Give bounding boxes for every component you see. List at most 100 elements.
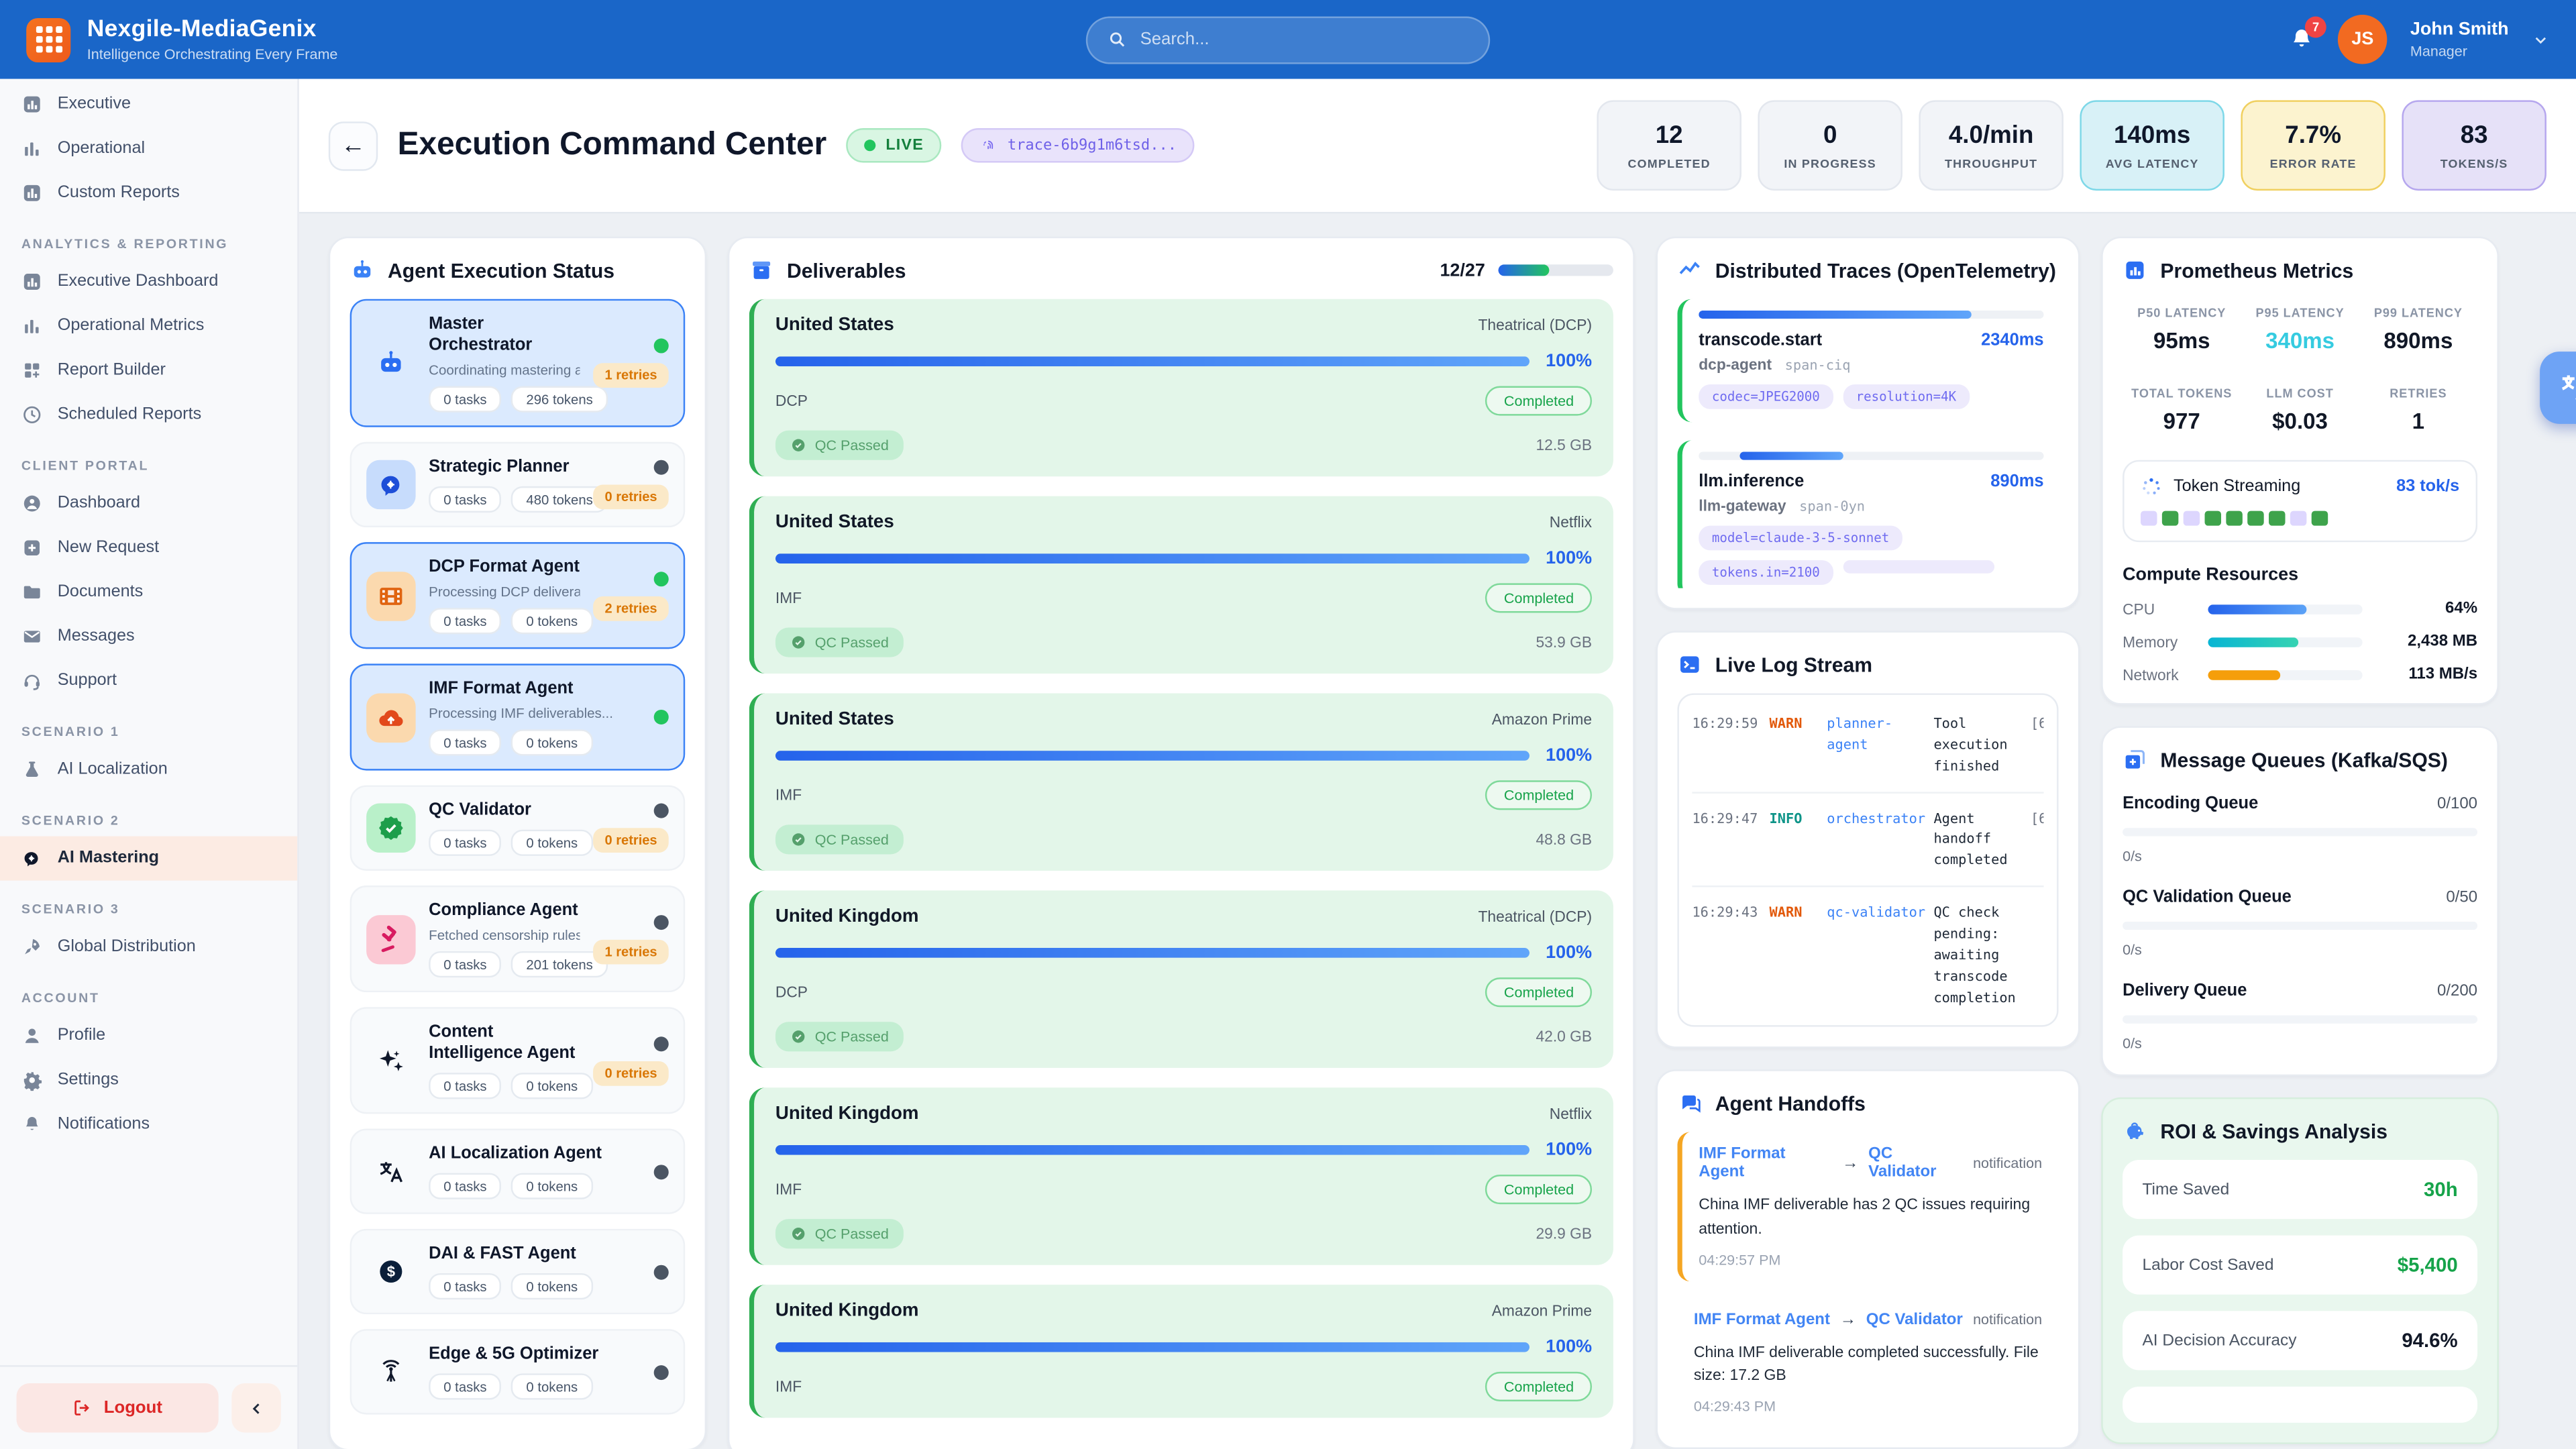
log-row: 16:29:59 WARN planner-agent Tool executi… (1692, 698, 2043, 793)
sidebar-item-ai-localization[interactable]: AI Localization (0, 747, 297, 792)
trace-id-badge[interactable]: trace-6b9g1m6tsd... (961, 128, 1195, 162)
chevron-down-icon[interactable] (2532, 30, 2550, 48)
sidebar-item-profile[interactable]: Profile (0, 1014, 297, 1058)
page-header: ← Execution Command Center LIVE trace-6b… (299, 79, 2576, 214)
sidebar-item-label: Custom Reports (58, 184, 180, 202)
deliverable-card: United StatesTheatrical (DCP) 100% DCPCo… (749, 299, 1613, 476)
sidebar-item-report-builder[interactable]: Report Builder (0, 348, 297, 392)
tokens-pill: 0 tokens (511, 1173, 592, 1199)
roi-row-partial (2123, 1387, 2477, 1423)
sidebar-item-ai-mastering[interactable]: AI Mastering (0, 837, 297, 881)
live-label: LIVE (885, 136, 924, 154)
logout-label: Logout (104, 1398, 162, 1417)
retries-badge: 0 retries (593, 484, 668, 509)
token-stream-squares (2141, 511, 2459, 526)
log-stream[interactable]: 16:29:59 WARN planner-agent Tool executi… (1677, 693, 2058, 1027)
agent-card-dcp-format[interactable]: DCP Format Agent Processing DCP delivera… (350, 542, 686, 649)
app-window: Nexgile-MediaGenix Intelligence Orchestr… (0, 0, 2576, 1449)
tasks-pill: 0 tasks (429, 830, 501, 856)
metric-p95: P95 LATENCY340ms (2241, 306, 2359, 354)
sidebar-item-executive-dashboard[interactable]: Executive Dashboard (0, 260, 297, 304)
gavel-icon (366, 914, 415, 963)
handoff-item: IMF Format Agent → QC Validator notifica… (1677, 1297, 2058, 1428)
tokens-pill: 0 tokens (511, 1073, 592, 1099)
status-badge: Completed (1486, 386, 1592, 416)
logout-button[interactable]: Logout (16, 1383, 218, 1432)
panel-title: Message Queues (Kafka/SQS) (2160, 749, 2447, 771)
sidebar-item-settings[interactable]: Settings (0, 1058, 297, 1102)
tasks-pill: 0 tasks (429, 1373, 501, 1399)
sidebar-item-label: Messages (58, 628, 135, 646)
sidebar-collapse-button[interactable] (231, 1383, 280, 1432)
sidebar-item-support[interactable]: Support (0, 659, 297, 703)
roi-row-time-saved: Time Saved30h (2123, 1160, 2477, 1219)
deliverable-card: United KingdomTheatrical (DCP) 100% DCPC… (749, 890, 1613, 1067)
trace-item: llm.inference890ms llm-gatewayspan-0yn m… (1677, 440, 2058, 588)
sidebar-item-executive[interactable]: Executive (0, 82, 297, 126)
agent-card-ai-localization[interactable]: AI Localization Agent 0 tasks 0 tokens (350, 1128, 686, 1214)
deliverables-panel: Deliverables 12/27 United StatesTheatric… (728, 237, 1635, 1449)
agent-card-strategic-planner[interactable]: Strategic Planner 0 tasks 480 tokens 0 r… (350, 442, 686, 527)
sidebar-item-global-distribution[interactable]: Global Distribution (0, 925, 297, 969)
sidebar-item-label: Notifications (58, 1116, 150, 1134)
user-menu[interactable]: John Smith Manager (2410, 19, 2509, 59)
handoff-from-agent[interactable]: IMF Format Agent (1699, 1146, 1832, 1182)
agent-card-content-intelligence[interactable]: Content Intelligence Agent 0 tasks 0 tok… (350, 1007, 686, 1114)
notification-count-badge: 7 (2305, 16, 2326, 38)
tasks-pill: 0 tasks (429, 729, 501, 755)
agent-handoffs-panel: Agent Handoffs IMF Format Agent → QC Val… (1656, 1070, 2080, 1448)
back-button[interactable]: ← (329, 121, 378, 170)
sidebar-item-operational[interactable]: Operational (0, 127, 297, 171)
agent-card-edge-5g[interactable]: Edge & 5G Optimizer 0 tasks 0 tokens (350, 1329, 686, 1414)
sidebar-item-label: New Request (58, 539, 159, 557)
sidebar-item-custom-reports[interactable]: Custom Reports (0, 171, 297, 215)
agent-card-qc-validator[interactable]: QC Validator 0 tasks 0 tokens 0 retries (350, 786, 686, 871)
handoff-to-agent[interactable]: QC Validator (1868, 1146, 1963, 1182)
sidebar-item-label: Global Distribution (58, 938, 196, 956)
status-dot (654, 710, 669, 724)
deliverable-card: United StatesNetflix 100% IMFCompleted Q… (749, 496, 1613, 674)
sidebar-item-documents[interactable]: Documents (0, 570, 297, 614)
log-row: 16:29:43 WARN qc-validator QC check pend… (1692, 888, 2043, 1023)
trace-tag: resolution=4K (1843, 384, 1970, 409)
avatar[interactable]: JS (2338, 15, 2387, 64)
sidebar-section-scenario-1: SCENARIO 1 (0, 703, 297, 747)
handoff-to-agent[interactable]: QC Validator (1866, 1310, 1963, 1328)
sidebar-item-dashboard[interactable]: Dashboard (0, 482, 297, 526)
sidebar-item-new-request[interactable]: New Request (0, 526, 297, 570)
panel-title: ROI & Savings Analysis (2160, 1120, 2387, 1142)
robot-icon (366, 338, 415, 387)
deliverables-progress-bar (1498, 264, 1613, 276)
sidebar-item-operational-metrics[interactable]: Operational Metrics (0, 304, 297, 348)
agent-card-imf-format[interactable]: IMF Format Agent Processing IMF delivera… (350, 663, 686, 770)
sidebar-item-label: AI Localization (58, 761, 168, 779)
sidebar-item-label: Profile (58, 1027, 105, 1045)
stat-avg-latency: 140msAVG LATENCY (2080, 100, 2224, 191)
trace-tag: model=claude-3-5-sonnet (1699, 526, 1902, 551)
deliverable-card: United KingdomNetflix 100% IMFCompleted … (749, 1087, 1613, 1265)
trace-tag-clipped (1843, 560, 1994, 574)
agent-card-dai-fast[interactable]: $ DAI & FAST Agent 0 tasks 0 tokens (350, 1229, 686, 1314)
panel-title: Distributed Traces (OpenTelemetry) (1715, 259, 2056, 282)
compute-row-cpu: CPU 64% (2123, 600, 2477, 618)
sidebar-item-label: Settings (58, 1071, 119, 1089)
sidebar-item-scheduled-reports[interactable]: Scheduled Reports (0, 392, 297, 437)
stat-completed: 12COMPLETED (1597, 100, 1741, 191)
translate-widget-button[interactable] (2540, 352, 2576, 424)
stat-throughput: 4.0/minTHROUGHPUT (1919, 100, 2063, 191)
agent-card-master-orchestrator[interactable]: Master Orchestrator Coordinating masteri… (350, 299, 686, 427)
trace-item: transcode.start2340ms dcp-agentspan-ciq … (1677, 299, 2058, 423)
app-logo-icon (26, 17, 70, 62)
notifications-button[interactable]: 7 (2289, 26, 2315, 52)
agent-card-compliance[interactable]: Compliance Agent Fetched censorship rule… (350, 885, 686, 992)
search-input[interactable]: Search... (1086, 15, 1490, 63)
roi-savings-panel: ROI & Savings Analysis Time Saved30h Lab… (2101, 1097, 2499, 1444)
message-queues-panel: Message Queues (Kafka/SQS) Encoding Queu… (2101, 726, 2499, 1076)
sidebar-item-notifications[interactable]: Notifications (0, 1102, 297, 1146)
queue-icon (2123, 747, 2147, 772)
handoff-from-agent[interactable]: IMF Format Agent (1694, 1310, 1830, 1328)
logout-icon (72, 1398, 92, 1417)
sidebar-item-messages[interactable]: Messages (0, 614, 297, 659)
spinner-icon (2141, 476, 2162, 498)
search-icon (1108, 30, 1127, 49)
